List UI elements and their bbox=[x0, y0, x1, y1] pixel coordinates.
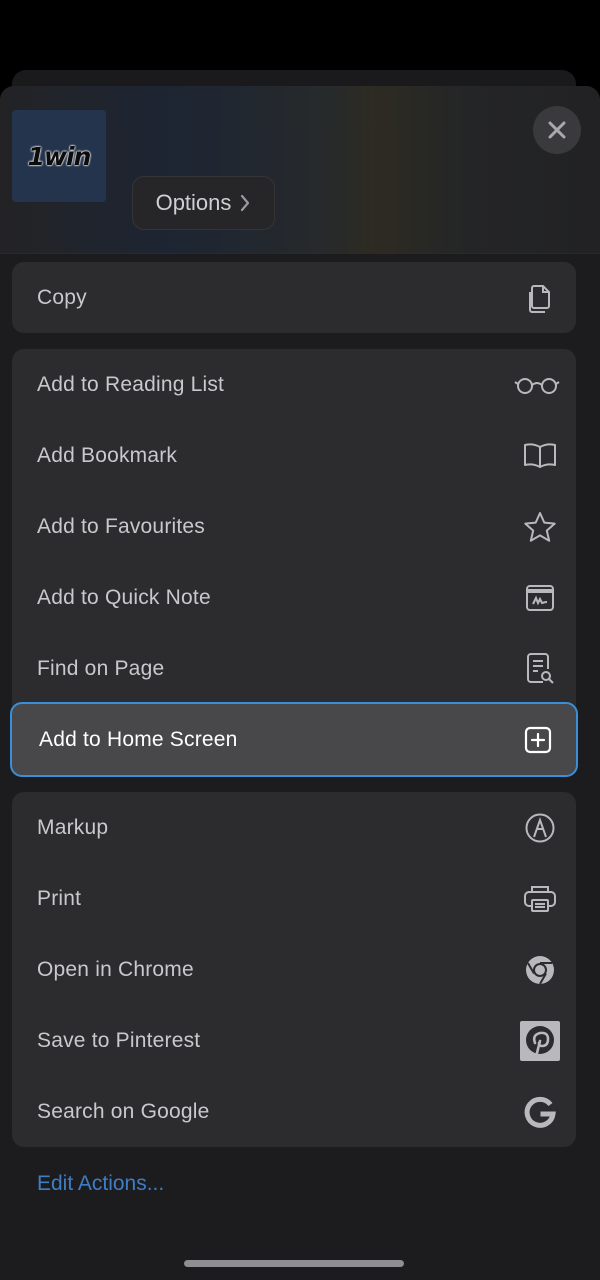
options-label: Options bbox=[155, 190, 232, 215]
site-thumbnail: 1win bbox=[12, 110, 106, 202]
copy-icon bbox=[520, 278, 560, 318]
options-button[interactable]: Options bbox=[132, 176, 275, 230]
action-group-extensions: Markup Print Open in Chrome Save to Pint… bbox=[12, 792, 576, 1147]
action-find-on-page[interactable]: Find on Page bbox=[12, 633, 576, 704]
action-label: Add Bookmark bbox=[37, 443, 178, 467]
action-search-on-google[interactable]: Search on Google bbox=[12, 1076, 576, 1147]
action-add-to-home-screen[interactable]: Add to Home Screen bbox=[10, 702, 578, 777]
action-group-copy: Copy bbox=[12, 262, 576, 333]
action-open-in-chrome[interactable]: Open in Chrome bbox=[12, 934, 576, 1005]
find-on-page-icon bbox=[520, 649, 560, 689]
markup-icon bbox=[520, 808, 560, 848]
chevron-right-icon bbox=[239, 194, 251, 212]
site-logo: 1win bbox=[27, 141, 92, 171]
chrome-icon bbox=[520, 950, 560, 990]
share-sheet: 1win Options Copy Add to Reading List Ad… bbox=[0, 86, 600, 1280]
action-group-page: Add to Reading List Add Bookmark Add to … bbox=[10, 349, 578, 777]
home-indicator[interactable] bbox=[184, 1260, 404, 1267]
action-markup[interactable]: Markup bbox=[12, 792, 576, 863]
action-label: Add to Home Screen bbox=[39, 727, 238, 751]
edit-actions-link[interactable]: Edit Actions... bbox=[37, 1172, 164, 1196]
add-square-icon bbox=[518, 720, 558, 760]
close-icon bbox=[547, 120, 567, 140]
action-save-to-pinterest[interactable]: Save to Pinterest bbox=[12, 1005, 576, 1076]
close-button[interactable] bbox=[533, 106, 581, 154]
action-label: Add to Favourites bbox=[37, 514, 205, 538]
pinterest-icon bbox=[520, 1020, 560, 1061]
action-add-to-favourites[interactable]: Add to Favourites bbox=[12, 491, 576, 562]
glasses-icon bbox=[514, 365, 560, 405]
quick-note-icon bbox=[520, 578, 560, 618]
action-label: Markup bbox=[37, 815, 109, 839]
action-label: Print bbox=[37, 886, 82, 910]
action-label: Copy bbox=[37, 285, 87, 309]
action-add-to-reading-list[interactable]: Add to Reading List bbox=[12, 349, 576, 420]
action-label: Add to Reading List bbox=[37, 372, 225, 396]
google-icon bbox=[520, 1092, 560, 1132]
action-label: Open in Chrome bbox=[37, 957, 194, 981]
printer-icon bbox=[520, 879, 560, 919]
star-icon bbox=[520, 507, 560, 547]
book-icon bbox=[520, 436, 560, 476]
action-add-bookmark[interactable]: Add Bookmark bbox=[12, 420, 576, 491]
action-label: Add to Quick Note bbox=[37, 585, 211, 609]
action-label: Search on Google bbox=[37, 1099, 210, 1123]
action-label: Save to Pinterest bbox=[37, 1028, 201, 1052]
action-add-to-quick-note[interactable]: Add to Quick Note bbox=[12, 562, 576, 633]
action-copy[interactable]: Copy bbox=[12, 262, 576, 333]
action-print[interactable]: Print bbox=[12, 863, 576, 934]
action-label: Find on Page bbox=[37, 656, 165, 680]
share-sheet-header: 1win Options bbox=[0, 86, 600, 254]
